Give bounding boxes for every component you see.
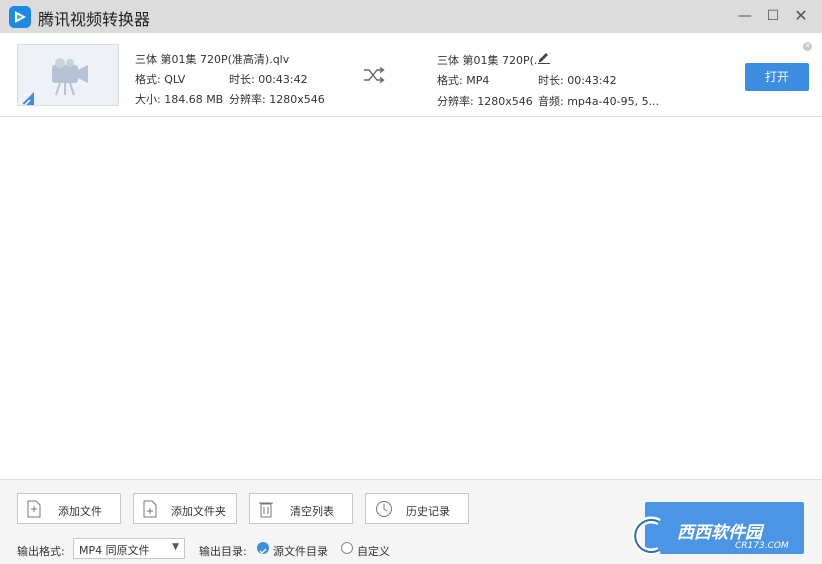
history-button[interactable]: 历史记录 (365, 493, 469, 524)
output-audio: 音频: mp4a-40-95, 5... (538, 95, 660, 108)
video-thumbnail (17, 44, 119, 106)
file-list-item: 三体 第01集 720P(准高清).qlv 格式: QLV 时长: 00:43:… (0, 33, 822, 117)
app-title: 腾讯视频转换器 (38, 10, 151, 29)
add-file-button[interactable]: 添加文件 (17, 493, 121, 524)
convert-arrow-icon (364, 67, 385, 83)
source-format: 格式: QLV (135, 73, 186, 86)
radio-custom-dir[interactable] (341, 542, 353, 554)
clock-icon (376, 501, 392, 517)
checkbox-checked-icon[interactable] (17, 92, 34, 106)
radio-source-dir[interactable] (257, 542, 269, 554)
output-format: 格式: MP4 (437, 74, 490, 87)
bottom-panel: 添加文件 添加文件夹 清空列表 历史记录 输出格式: MP4 同原文件 ▼ 输出… (0, 479, 822, 564)
output-dir-label: 输出目录: (199, 545, 247, 558)
source-file-name: 三体 第01集 720P(准高清).qlv (135, 53, 290, 66)
video-camera-icon (52, 58, 88, 96)
trash-icon (259, 502, 273, 518)
app-logo-icon (9, 6, 31, 28)
add-folder-label: 添加文件夹 (171, 505, 226, 518)
output-format-label: 输出格式: (17, 545, 65, 558)
output-file-name: 三体 第01集 720P(... (437, 54, 545, 67)
source-resolution: 分辨率: 1280x546 (229, 93, 325, 106)
output-resolution: 分辨率: 1280x546 (437, 95, 533, 108)
watermark-text: 西西软件园 (677, 523, 762, 543)
clear-list-button[interactable]: 清空列表 (249, 493, 353, 524)
add-file-label: 添加文件 (58, 505, 102, 518)
source-duration: 时长: 00:43:42 (229, 73, 308, 86)
watermark-logo: 西西软件园 CR173.COM (625, 516, 805, 556)
radio-source-dir-label[interactable]: 源文件目录 (273, 543, 328, 559)
output-format-value: MP4 同原文件 (79, 544, 150, 557)
radio-custom-dir-label[interactable]: 自定义 (357, 543, 390, 559)
add-file-icon (27, 500, 41, 518)
watermark-c-icon (631, 516, 661, 556)
maximize-icon[interactable]: ☐ (762, 5, 784, 27)
source-size: 大小: 184.68 MB (135, 93, 224, 106)
remove-item-icon[interactable]: ✕ (803, 42, 812, 51)
watermark-sub: CR173.COM (735, 541, 789, 551)
output-duration: 时长: 00:43:42 (538, 74, 617, 87)
title-bar: 腾讯视频转换器 — ☐ ✕ (0, 0, 822, 33)
output-format-select[interactable]: MP4 同原文件 ▼ (73, 538, 185, 559)
close-icon[interactable]: ✕ (790, 5, 812, 27)
minimize-icon[interactable]: — (734, 5, 756, 27)
history-label: 历史记录 (406, 505, 450, 518)
chevron-down-icon: ▼ (172, 542, 179, 552)
add-folder-icon (143, 500, 157, 518)
radio-checked-icon (259, 548, 267, 554)
edit-pencil-icon[interactable] (537, 50, 551, 64)
add-folder-button[interactable]: 添加文件夹 (133, 493, 237, 524)
clear-list-label: 清空列表 (290, 505, 334, 518)
open-button[interactable]: 打开 (745, 63, 809, 91)
